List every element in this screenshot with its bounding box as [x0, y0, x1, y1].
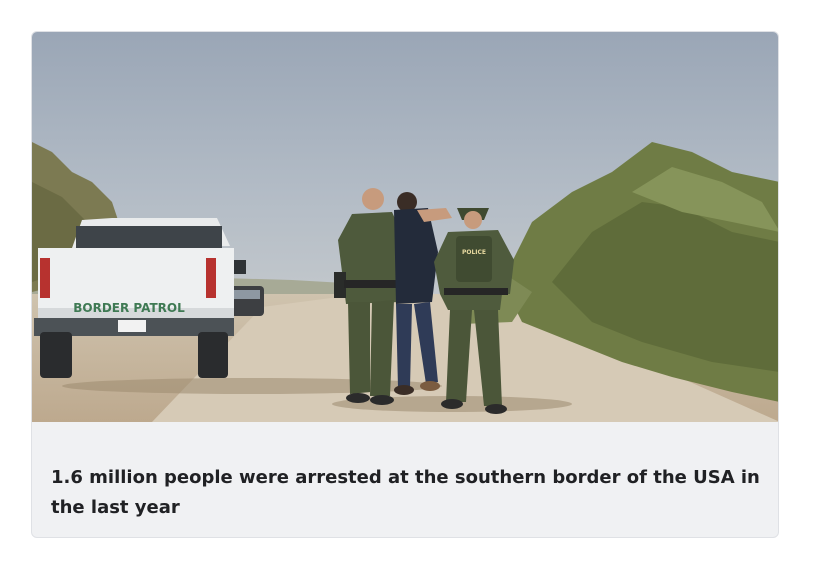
card-caption: 1.6 million people were arrested at the …: [51, 467, 760, 518]
news-photo[interactable]: BORDER PATROL POLICE: [32, 32, 779, 422]
truck-label: BORDER PATROL: [73, 301, 185, 315]
news-card[interactable]: BORDER PATROL POLICE 1.6 million people …: [31, 31, 779, 538]
vest-label: POLICE: [462, 249, 486, 256]
